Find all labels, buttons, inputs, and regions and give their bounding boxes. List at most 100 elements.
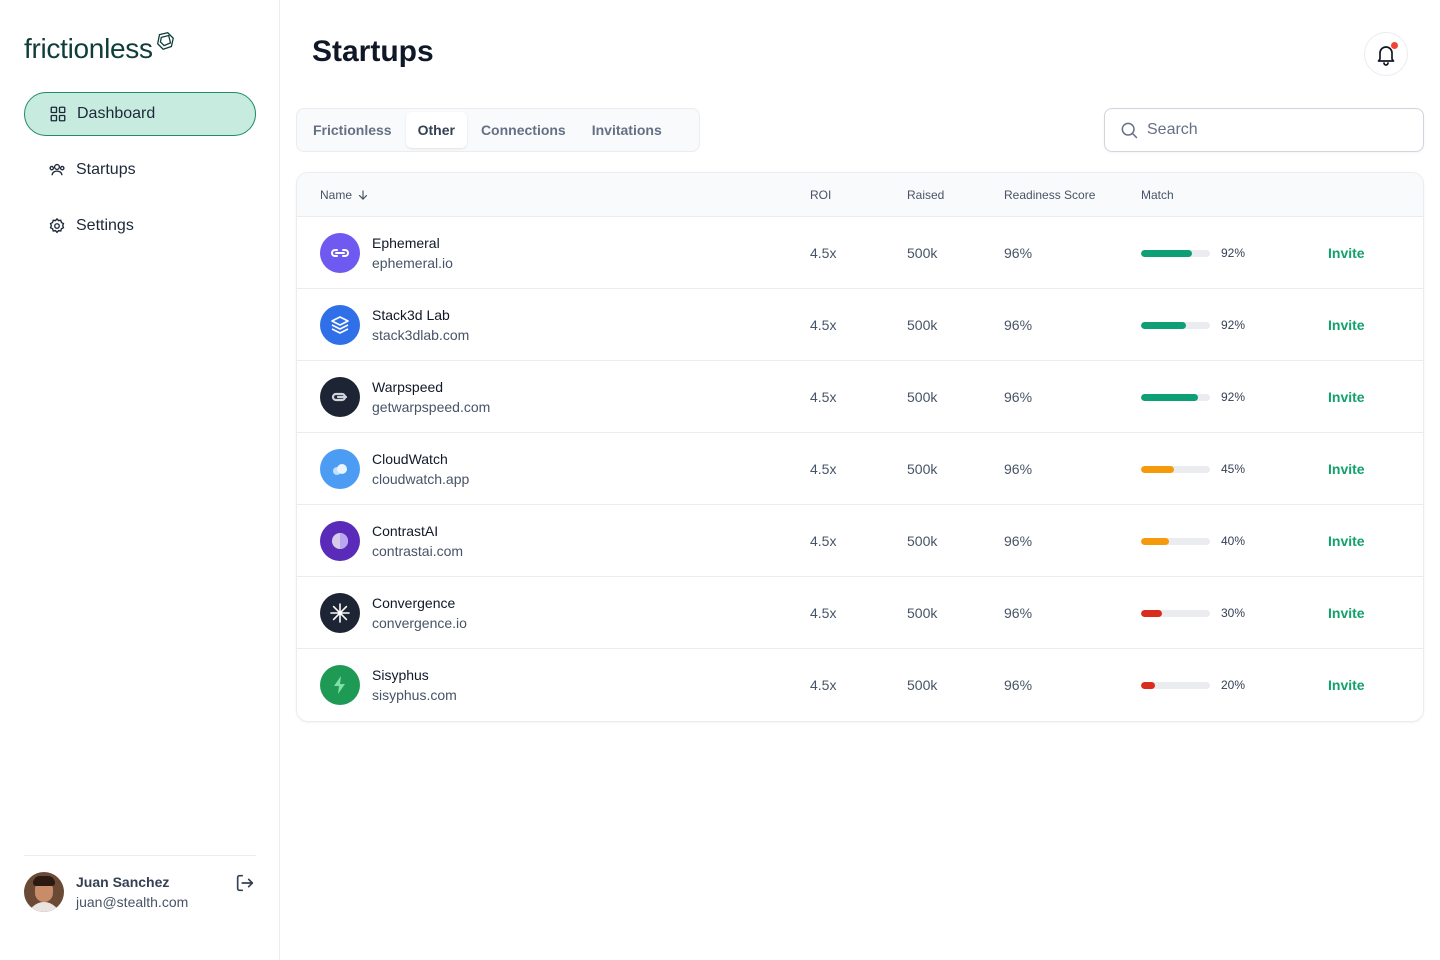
company-name[interactable]: Ephemeral <box>372 233 453 253</box>
arrow-down-icon <box>358 190 368 200</box>
company-name[interactable]: CloudWatch <box>372 449 469 469</box>
table-row[interactable]: Stack3d Lab stack3dlab.com 4.5x 500k 96% 92% I… <box>297 289 1423 361</box>
notification-dot <box>1391 42 1398 49</box>
link-icon <box>331 249 349 257</box>
logout-icon[interactable] <box>234 872 256 894</box>
readiness-value: 96% <box>1004 605 1033 621</box>
company-logo <box>320 233 360 273</box>
column-header-name[interactable]: Name <box>320 173 370 217</box>
match-progress-fill <box>1141 610 1162 617</box>
readiness-value: 96% <box>1004 461 1033 477</box>
sidebar: frictionless Dashboard Startups Settings… <box>0 0 280 960</box>
company-info: Stack3d Lab stack3dlab.com <box>372 305 469 345</box>
match-progress-bar <box>1141 250 1210 257</box>
readiness-value: 96% <box>1004 245 1033 261</box>
invite-button[interactable]: Invite <box>1328 361 1365 433</box>
company-url: ephemeral.io <box>372 255 453 271</box>
company-name[interactable]: Convergence <box>372 593 467 613</box>
match-percent: 92% <box>1221 246 1246 260</box>
brand-mark-icon <box>156 32 174 50</box>
notifications-button[interactable] <box>1364 32 1408 76</box>
match-progress-fill <box>1141 394 1199 401</box>
bolt-icon <box>334 676 345 694</box>
page-title: Startups <box>312 35 434 68</box>
table-row[interactable]: ContrastAI contrastai.com 4.5x 500k 96% 40% In… <box>297 505 1423 577</box>
company-logo <box>320 665 360 705</box>
grid-icon <box>50 106 66 122</box>
table-row[interactable]: Warpspeed getwarpspeed.com 4.5x 500k 96% 92% I… <box>297 361 1423 433</box>
invite-button[interactable]: Invite <box>1328 217 1365 289</box>
match-percent: 92% <box>1221 318 1246 332</box>
company-name[interactable]: ContrastAI <box>372 521 463 541</box>
search-icon <box>1121 122 1138 139</box>
company-name[interactable]: Stack3d Lab <box>372 305 469 325</box>
tab-invitations[interactable]: Invitations <box>580 112 674 148</box>
tab-connections[interactable]: Connections <box>469 112 578 148</box>
invite-button[interactable]: Invite <box>1328 433 1365 505</box>
company-url: contrastai.com <box>372 543 464 559</box>
company-logo <box>320 377 360 417</box>
raised-value: 500k <box>907 533 938 549</box>
avatar[interactable] <box>24 872 64 912</box>
table-header: Name ROI Raised Readiness Score Match <box>297 173 1423 217</box>
table-row[interactable]: Convergence convergence.io 4.5x 500k 96% 30% I… <box>297 577 1423 649</box>
gear-icon <box>49 217 65 234</box>
raised-value: 500k <box>907 389 938 405</box>
company-logo <box>320 593 360 633</box>
company-logo <box>320 449 360 489</box>
roi-value: 4.5x <box>810 533 837 549</box>
match-progress-bar <box>1141 466 1210 473</box>
invite-button[interactable]: Invite <box>1328 505 1365 577</box>
match-percent: 92% <box>1221 390 1246 404</box>
cloud-icon <box>333 464 347 475</box>
invite-button[interactable]: Invite <box>1328 649 1365 721</box>
table-row[interactable]: Sisyphus sisyphus.com 4.5x 500k 96% 20% Invite <box>297 649 1423 721</box>
roi-value: 4.5x <box>810 461 837 477</box>
tab-other[interactable]: Other <box>405 112 467 148</box>
table-row[interactable]: CloudWatch cloudwatch.app 4.5x 500k 96% 45% In… <box>297 433 1423 505</box>
user-name: Juan Sanchez <box>76 874 170 890</box>
search-box[interactable] <box>1104 108 1424 152</box>
raised-value: 500k <box>907 245 938 261</box>
sidebar-item-label: Dashboard <box>77 105 156 122</box>
column-header-readiness[interactable]: Readiness Score <box>1004 173 1095 217</box>
column-header-raised[interactable]: Raised <box>907 173 944 217</box>
half-circle-icon <box>332 533 348 549</box>
match-progress-fill <box>1141 682 1155 689</box>
chain-icon <box>331 392 348 402</box>
company-logo <box>320 521 360 561</box>
match-progress-fill <box>1141 466 1175 473</box>
company-info: CloudWatch cloudwatch.app <box>372 449 469 489</box>
column-header-roi[interactable]: ROI <box>810 173 831 217</box>
readiness-value: 96% <box>1004 389 1033 405</box>
company-url: convergence.io <box>372 615 467 631</box>
sidebar-item-label: Startups <box>76 161 136 178</box>
column-header-match[interactable]: Match <box>1141 173 1174 217</box>
tab-bar: Frictionless Other Connections Invitatio… <box>296 108 700 152</box>
invite-button[interactable]: Invite <box>1328 577 1365 649</box>
sidebar-item-dashboard[interactable]: Dashboard <box>24 92 256 136</box>
match-progress-bar <box>1141 394 1210 401</box>
company-url: stack3dlab.com <box>372 327 470 343</box>
readiness-value: 96% <box>1004 317 1033 333</box>
company-url: sisyphus.com <box>372 687 457 703</box>
tab-frictionless[interactable]: Frictionless <box>301 112 404 148</box>
roi-value: 4.5x <box>810 389 837 405</box>
table-body: Ephemeral ephemeral.io 4.5x 500k 96% 92% Invit… <box>297 217 1423 721</box>
brand-logo[interactable]: frictionless <box>24 30 176 68</box>
match-progress-bar <box>1141 322 1210 329</box>
sidebar-nav: Dashboard Startups Settings <box>24 92 256 260</box>
raised-value: 500k <box>907 461 938 477</box>
table-row[interactable]: Ephemeral ephemeral.io 4.5x 500k 96% 92% Invit… <box>297 217 1423 289</box>
sidebar-item-settings[interactable]: Settings <box>24 204 256 248</box>
company-url: getwarpspeed.com <box>372 399 491 415</box>
match-percent: 30% <box>1221 606 1246 620</box>
company-name[interactable]: Warpspeed <box>372 377 490 397</box>
invite-button[interactable]: Invite <box>1328 289 1365 361</box>
sidebar-item-startups[interactable]: Startups <box>24 148 256 192</box>
company-name[interactable]: Sisyphus <box>372 665 457 685</box>
company-info: Sisyphus sisyphus.com <box>372 665 457 705</box>
match-percent: 20% <box>1221 678 1246 692</box>
search-input[interactable] <box>1147 121 1407 139</box>
starburst-icon <box>330 603 350 623</box>
